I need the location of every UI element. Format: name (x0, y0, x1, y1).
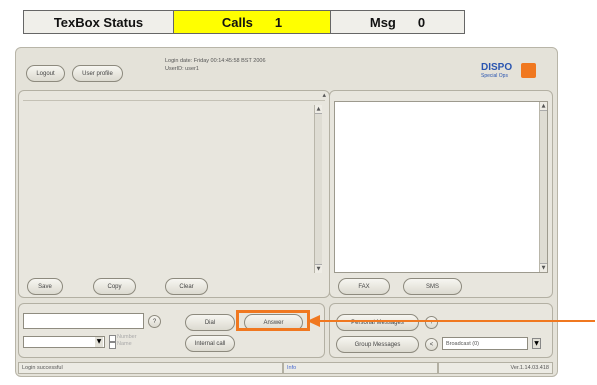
calls-count: 1 (274, 14, 283, 30)
option-1-checkbox[interactable] (109, 335, 116, 342)
option-2-label: Name (117, 341, 132, 347)
option-group: Number Name (109, 334, 149, 350)
fax-button[interactable]: FAX (338, 278, 390, 295)
sms-button[interactable]: SMS (403, 278, 462, 295)
call-log-scrollbar[interactable]: ▲ ▼ (314, 105, 322, 273)
dial-button[interactable]: Dial (185, 314, 235, 331)
chevron-down-icon[interactable]: ▼ (95, 337, 103, 347)
help-button[interactable]: ? (148, 315, 161, 328)
scroll-up-arrow-icon[interactable]: ▲ (315, 105, 322, 114)
msg-count: 0 (417, 14, 426, 30)
status-line-version: Ver.1.14.03.418 (438, 362, 553, 374)
dispo-logo: DISPO Special Ops (481, 62, 536, 82)
calls-status: Calls 1 (174, 11, 331, 33)
call-log-panel: ▴ ▲ ▼ Save Copy Clear (18, 90, 330, 298)
answer-highlight (236, 310, 310, 331)
status-line-left: Login successful (18, 362, 283, 374)
texbox-status-bar: TexBox Status Calls 1 Msg 0 (23, 10, 465, 34)
status-title: TexBox Status (24, 11, 174, 33)
call-type-select[interactable]: ▼ (23, 336, 105, 348)
broadcast-select[interactable]: Broadcast (0) (442, 337, 528, 350)
status-line-middle: Info (283, 362, 438, 374)
login-date: Login date: Friday 00:14:45:58 BST 2006 (165, 58, 266, 64)
msg-scroll-up-icon[interactable]: ▲ (540, 102, 547, 111)
select-chevron-down-icon[interactable]: ▼ (532, 338, 541, 349)
logo-text: DISPO (481, 62, 513, 73)
option-2-checkbox[interactable] (109, 342, 116, 349)
group-messages-button[interactable]: Group Messages (336, 336, 419, 353)
scroll-up-icon[interactable]: ▴ (322, 91, 326, 99)
internal-call-button[interactable]: Internal call (185, 335, 235, 352)
message-panel: ▲ ▼ FAX SMS (329, 90, 553, 298)
clear-button[interactable]: Clear (165, 278, 208, 295)
broadcast-select-value: Broadcast (0) (446, 341, 480, 347)
back-icon[interactable]: < (425, 338, 438, 351)
msg-scroll-down-icon[interactable]: ▼ (540, 263, 547, 272)
message-scrollbar[interactable]: ▲ ▼ (539, 102, 547, 272)
message-textarea[interactable]: ▲ ▼ (334, 101, 548, 273)
copy-button[interactable]: Copy (93, 278, 136, 295)
save-button[interactable]: Save (27, 278, 63, 295)
msg-label: Msg (369, 14, 396, 30)
option-1-label: Number (117, 334, 137, 340)
user-profile-button[interactable]: User profile (72, 65, 123, 82)
msg-status: Msg 0 (331, 11, 464, 33)
logo-sub: Special Ops (481, 73, 508, 79)
pointer-arrow-icon (307, 315, 595, 327)
scroll-down-arrow-icon[interactable]: ▼ (315, 264, 322, 273)
number-input[interactable] (23, 313, 144, 329)
calls-label: Calls (221, 14, 253, 30)
panel-header-bar: ▴ (23, 91, 326, 101)
logo-mark-icon (521, 63, 536, 78)
logout-button[interactable]: Logout (26, 65, 65, 82)
user-id: UserID: user1 (165, 66, 199, 72)
